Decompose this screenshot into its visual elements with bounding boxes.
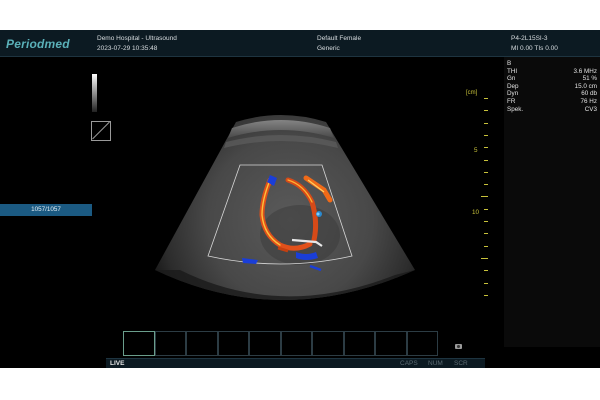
depth-tick: [481, 196, 488, 198]
cine-thumbnail[interactable]: [406, 331, 438, 356]
cine-thumbnail[interactable]: [249, 331, 281, 356]
depth-tick: [484, 270, 488, 272]
depth-tick: [484, 98, 488, 99]
depth-tick: [484, 147, 488, 149]
scroll-lock-indicator: SCR: [454, 360, 468, 367]
depth-tick: [481, 257, 488, 259]
depth-tick: [484, 134, 488, 136]
depth-tick: [484, 233, 488, 235]
cine-thumbnail[interactable]: [343, 331, 375, 356]
depth-tick: [484, 245, 488, 247]
cine-thumbnail-strip[interactable]: [123, 331, 438, 356]
cine-thumbnail[interactable]: [154, 331, 186, 356]
depth-tick: [484, 159, 488, 161]
depth-unit-label: [cm]: [466, 90, 478, 96]
caps-lock-indicator: CAPS: [400, 360, 418, 367]
depth-label-10: 10: [472, 209, 480, 216]
depth-label-5: 5: [474, 147, 478, 154]
cine-thumbnail[interactable]: [217, 331, 249, 356]
ultrasound-screen: Periodmed Demo Hospital - Ultrasound 202…: [0, 30, 600, 368]
cine-thumbnail[interactable]: [186, 331, 218, 356]
depth-tick: [484, 208, 488, 210]
camera-icon[interactable]: [455, 344, 462, 349]
depth-tick: [484, 221, 488, 222]
ultrasound-image[interactable]: [0, 30, 600, 368]
cine-thumbnail[interactable]: [375, 331, 407, 356]
num-lock-indicator: NUM: [428, 360, 443, 367]
status-bar: LIVE CAPS NUM SCR: [106, 358, 485, 368]
cine-thumbnail[interactable]: [280, 331, 312, 356]
depth-tick: [484, 282, 488, 284]
cine-thumbnail[interactable]: [312, 331, 344, 356]
depth-tick: [484, 171, 488, 173]
cine-thumbnail[interactable]: [123, 331, 155, 356]
depth-tick: [484, 184, 488, 186]
depth-tick: [484, 122, 488, 124]
depth-tick: [484, 294, 488, 296]
depth-tick: [484, 110, 488, 112]
live-indicator: LIVE: [110, 360, 125, 367]
